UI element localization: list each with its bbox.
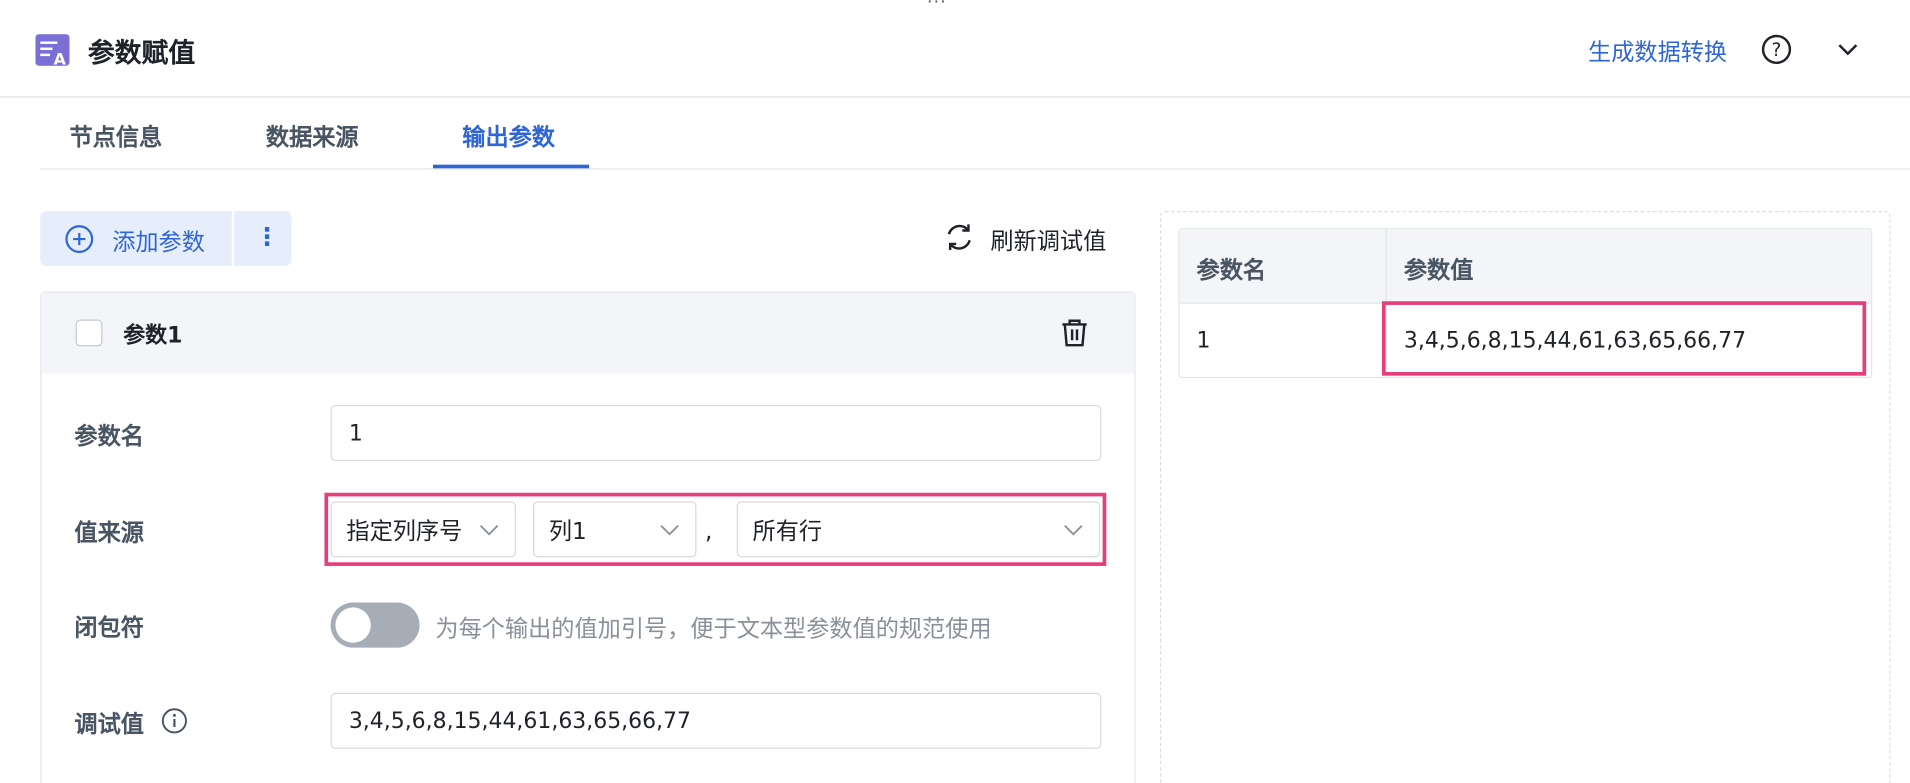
param-assign-icon: A	[35, 34, 70, 66]
source-highlight-box	[324, 492, 1107, 566]
closure-label: 闭包符	[74, 614, 144, 642]
chevron-down-icon[interactable]	[1836, 37, 1860, 61]
add-param-label: 添加参数	[112, 229, 205, 257]
tab-bar: 节点信息 数据来源 输出参数	[40, 100, 1910, 170]
param-name-label: 参数名	[74, 423, 144, 451]
closure-description: 为每个输出的值加引号，便于文本型参数值的规范使用	[435, 615, 992, 643]
svg-text:A: A	[54, 50, 67, 66]
tab-data-source[interactable]: 数据来源	[266, 120, 359, 153]
param-card-title: 参数1	[123, 323, 183, 349]
panel-header: A 参数赋值 生成数据转换 ?	[0, 0, 1910, 98]
param-name-input[interactable]: 1	[330, 404, 1102, 462]
tab-node-info[interactable]: 节点信息	[70, 120, 163, 153]
column-header-name: 参数名	[1196, 257, 1267, 285]
active-tab-indicator	[432, 164, 590, 169]
generate-conversion-link[interactable]: 生成数据转换	[1588, 34, 1727, 67]
table-cell-name: 1	[1196, 328, 1211, 354]
more-vertical-icon: ⋮	[254, 221, 280, 252]
param-card-header: 参数1	[41, 292, 1135, 374]
toggle-knob	[335, 607, 371, 643]
more-options-button[interactable]: ⋮	[234, 211, 292, 266]
svg-text:?: ?	[1772, 40, 1782, 61]
closure-toggle[interactable]	[330, 602, 420, 648]
param-select-checkbox[interactable]	[75, 319, 103, 347]
question-circle-icon[interactable]: ?	[1761, 34, 1792, 65]
table-header-row: 参数名 参数值	[1179, 229, 1872, 304]
debug-value-label: 调试值	[74, 711, 144, 738]
debug-value-input[interactable]: 3,4,5,6,8,15,44,61,63,65,66,77	[330, 692, 1102, 749]
plus-circle-icon	[65, 225, 94, 253]
value-source-label: 值来源	[74, 519, 144, 547]
tab-output-params[interactable]: 输出参数	[462, 120, 555, 153]
value-highlight-box	[1381, 301, 1867, 376]
column-header-value: 参数值	[1403, 257, 1474, 285]
info-circle-icon[interactable]	[161, 707, 188, 734]
page-title: 参数赋值	[87, 39, 196, 70]
add-param-button[interactable]: 添加参数	[40, 211, 232, 266]
refresh-icon	[947, 224, 971, 251]
trash-icon[interactable]	[1059, 317, 1091, 349]
refresh-debug-label: 刷新调试值	[990, 228, 1107, 255]
